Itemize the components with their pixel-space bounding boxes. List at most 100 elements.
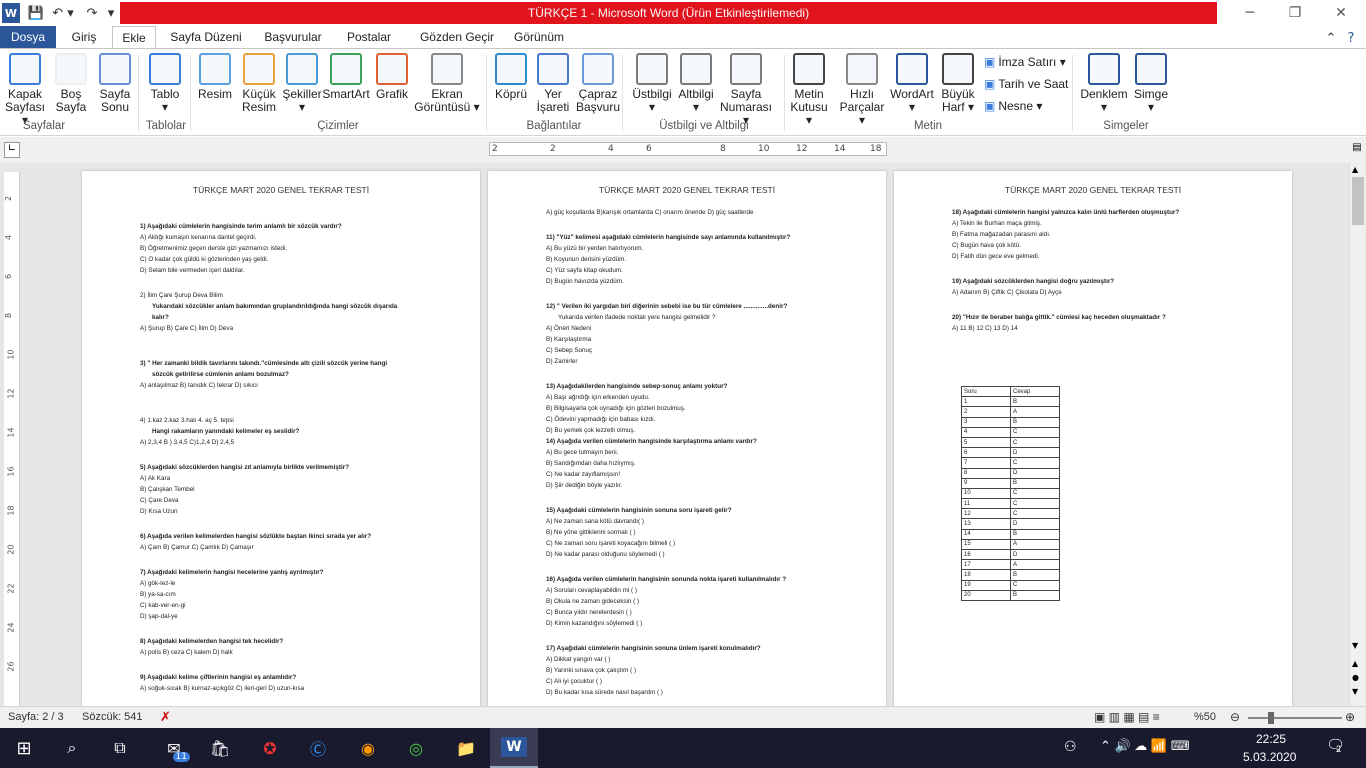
tab-home[interactable]: Giriş (62, 26, 106, 48)
windows-start-icon[interactable]: ⊞ (8, 732, 40, 764)
ribbon-button-13[interactable]: Çapraz Başvuru (576, 53, 620, 114)
scroll-thumb[interactable] (1352, 177, 1364, 225)
page-2[interactable]: TÜRKÇE MART 2020 GENEL TEKRAR TESTİ A) g… (488, 171, 886, 706)
ribbon-button-17[interactable]: Metin Kutusu ▾ (786, 53, 832, 127)
ribbon-small-button-1[interactable]: ▣ İmza Satırı ▾ (984, 55, 1066, 69)
ribbon-button-2[interactable]: Boş Sayfa (55, 53, 87, 114)
ribbon-button-5[interactable]: Resim (198, 53, 232, 101)
search-icon[interactable]: ⌕ (56, 732, 88, 764)
minimize-ribbon-icon[interactable]: ⌃ (1322, 28, 1340, 48)
table-cell: 8 (961, 467, 1011, 479)
store-icon[interactable]: 🛍 (204, 732, 236, 764)
small-button-icon: ▣ (984, 99, 996, 113)
word-taskbar-icon[interactable]: W (490, 728, 538, 768)
ribbon-button-4[interactable]: Tablo ▾ (146, 53, 184, 114)
people-icon[interactable]: ⚇ (1064, 738, 1077, 755)
ribbon-button-1[interactable]: Kapak Sayfası ▾ (4, 53, 46, 127)
browser-icon[interactable]: ◉ (352, 732, 384, 764)
zoom-level[interactable]: %50 (1194, 711, 1216, 723)
ruler-row: ∟ 2 2 4 6 8 10 12 14 18 ▤ (0, 137, 1366, 163)
help-icon[interactable]: ? (1342, 28, 1360, 48)
tab-view[interactable]: Görünüm (508, 26, 570, 48)
ribbon-button-3[interactable]: Sayfa Sonu (98, 53, 132, 114)
app-icon-c[interactable]: Ⓒ (302, 732, 334, 764)
customize-qat-icon[interactable]: ▾ (104, 3, 118, 23)
ribbon-button-19[interactable]: WordArt ▾ (886, 53, 938, 114)
horizontal-ruler[interactable]: 2 2 4 6 8 10 12 14 18 (489, 142, 887, 156)
chrome-icon[interactable]: ◎ (400, 732, 432, 764)
table-cell: 15 (961, 538, 1011, 551)
ribbon-button-8[interactable]: SmartArt (322, 53, 370, 101)
table-cell: D (1010, 548, 1060, 561)
ribbon-button-label: Simge ▾ (1133, 87, 1168, 114)
tab-review[interactable]: Gözden Geçir (410, 26, 504, 48)
ribbon-button-20[interactable]: Büyük Harf ▾ (936, 53, 980, 114)
notification-icon[interactable]: 🗨 2 (1326, 736, 1345, 754)
word-count[interactable]: Sözcük: 541 (82, 711, 143, 723)
ribbon-small-button-3[interactable]: ▣ Nesne ▾ (984, 99, 1042, 113)
zoom-slider[interactable] (1248, 712, 1342, 724)
ribbon-group-separator (622, 55, 623, 131)
scroll-up-icon[interactable]: ▲ (1352, 165, 1358, 174)
tab-mailings[interactable]: Postalar (338, 26, 400, 48)
save-icon[interactable]: 💾 (26, 3, 46, 23)
page-3[interactable]: TÜRKÇE MART 2020 GENEL TEKRAR TESTİ Soru… (894, 171, 1292, 706)
task-view-icon[interactable]: ⧉ (104, 732, 136, 764)
next-page-icon[interactable]: ▼ (1352, 687, 1358, 696)
tab-file[interactable]: Dosya (0, 26, 56, 48)
ribbon-button-21[interactable]: Denklem ▾ (1080, 53, 1128, 114)
ribbon-button-6[interactable]: Küçük Resim (240, 53, 278, 114)
table-header-cell: Soru (961, 385, 1011, 398)
ribbon-button-icon (243, 53, 275, 85)
tab-selector-icon[interactable]: ∟ (4, 142, 20, 158)
tab-insert[interactable]: Ekle (112, 26, 156, 49)
word-app-icon[interactable]: W (2, 3, 20, 23)
ribbon-button-12[interactable]: Yer İşareti (534, 53, 572, 114)
zoom-out-icon[interactable]: ⊖ (1230, 710, 1240, 724)
ribbon-button-14[interactable]: Üstbilgi ▾ (628, 53, 676, 114)
ribbon-button-icon (793, 53, 825, 85)
answer-option: D) Şiir dediğin böyle yazılır. (546, 482, 623, 489)
page-1[interactable]: TÜRKÇE MART 2020 GENEL TEKRAR TESTİ 1) A… (82, 171, 480, 706)
browse-object-icon[interactable]: ● (1352, 673, 1359, 682)
ribbon-button-22[interactable]: Simge ▾ (1130, 53, 1172, 114)
tray-icons[interactable]: ⌃ 🔊 ☁ 📶 ⌨ (1100, 738, 1189, 754)
tab-references[interactable]: Başvurular (256, 26, 330, 48)
redo-icon[interactable]: ↷ (82, 3, 102, 23)
ribbon-button-18[interactable]: Hızlı Parçalar ▾ (836, 53, 888, 127)
ribbon-small-button-2[interactable]: ▣ Tarih ve Saat (984, 77, 1068, 91)
zoom-in-icon[interactable]: ⊕ (1345, 710, 1355, 724)
answer-option: B) Fatma mağazadan parasını aldı. (952, 231, 1051, 238)
restore-icon[interactable]: ❐ (1281, 3, 1309, 23)
view-ruler-icon[interactable]: ▤ (1349, 142, 1365, 158)
app-icon-red[interactable]: ✪ (254, 732, 286, 764)
small-button-label: Nesne ▾ (998, 99, 1043, 113)
mail-icon[interactable]: ✉ 11 (158, 732, 190, 764)
proofing-icon[interactable]: ✗ (160, 709, 171, 725)
page-count[interactable]: Sayfa: 2 / 3 (8, 711, 64, 723)
close-icon[interactable]: ✕ (1327, 3, 1355, 23)
ribbon-button-16[interactable]: Sayfa Numarası ▾ (716, 53, 776, 127)
question-text: 15) Aşağıdaki cümlelerin hangisinin sonu… (546, 507, 732, 514)
file-explorer-icon[interactable]: 📁 (450, 732, 482, 764)
table-cell: 5 (961, 436, 1011, 449)
question-text: 4) 1.kaz 2.kaz 3.halı 4. aç 5. tepsi (140, 417, 234, 424)
undo-icon[interactable]: ↶ ▾ (50, 3, 76, 23)
ribbon-button-7[interactable]: Şekiller ▾ (282, 53, 322, 114)
clock-date[interactable]: 5.03.2020 (1243, 750, 1296, 764)
scroll-down-icon[interactable]: ▼ (1352, 641, 1358, 650)
vertical-scrollbar[interactable]: ▲ ▼ ▲ ● ▼ (1349, 163, 1366, 706)
tab-page-layout[interactable]: Sayfa Düzeni (162, 26, 250, 48)
clock-time[interactable]: 22:25 (1256, 732, 1286, 746)
ribbon-button-15[interactable]: Altbilgi ▾ (672, 53, 720, 114)
vertical-ruler[interactable]: 2 4 6 8 10 12 14 16 18 20 22 24 26 (4, 172, 20, 706)
zoom-slider-thumb[interactable] (1268, 712, 1274, 724)
view-buttons[interactable]: ▣ ▥ ▦ ▤ ≡ (1094, 710, 1160, 724)
minimize-icon[interactable]: ─ (1236, 3, 1264, 23)
ribbon-button-9[interactable]: Grafik (372, 53, 412, 101)
ribbon-button-11[interactable]: Köprü (494, 53, 528, 101)
prev-page-icon[interactable]: ▲ (1352, 659, 1358, 668)
ribbon-group-label: Üstbilgi ve Altbilgi (659, 120, 749, 132)
ribbon-button-10[interactable]: Ekran Görüntüsü ▾ (414, 53, 480, 114)
answer-option: A) Şurup B) Çare C) İlim D) Deva (140, 325, 234, 332)
